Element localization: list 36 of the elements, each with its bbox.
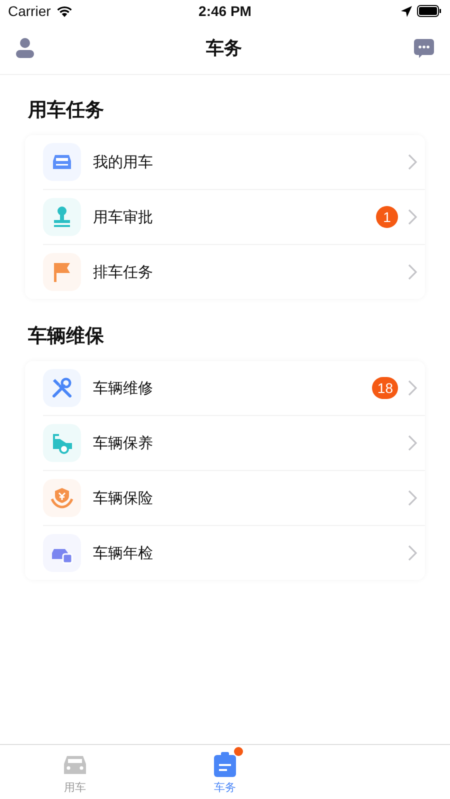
chevron-icon (408, 154, 417, 170)
menu-label: 车辆保险 (93, 488, 154, 508)
menu-item[interactable]: 车辆维修 18 (43, 361, 425, 416)
clipboard-icon (214, 752, 236, 777)
carrier-label: Carrier (8, 3, 51, 19)
menu-label: 排车任务 (93, 262, 154, 282)
menu-item[interactable]: 用车审批 1 (43, 190, 425, 245)
menu-item[interactable]: 车辆保险 (43, 471, 425, 526)
chevron-icon (408, 490, 417, 506)
tab-item[interactable]: 车务 (150, 745, 300, 799)
status-time: 2:46 PM (198, 3, 252, 19)
menu-label: 我的用车 (93, 152, 154, 172)
menu-label: 车辆年检 (93, 544, 154, 562)
profile-icon[interactable] (16, 38, 34, 58)
menu-item[interactable]: 我的用车 (43, 135, 425, 190)
count-badge: 18 (372, 377, 398, 399)
car-icon (62, 754, 88, 776)
battery-icon (416, 5, 442, 17)
menu-item[interactable]: 排车任务 (43, 245, 425, 299)
menu-label: 车辆维修 (93, 378, 154, 398)
location-arrow-icon (400, 6, 412, 16)
chevron-icon (408, 264, 417, 280)
chevron-icon (408, 209, 417, 225)
wifi-icon (56, 5, 73, 17)
count-badge: 1 (376, 206, 398, 228)
chevron-icon (408, 380, 417, 396)
chevron-icon (408, 545, 417, 561)
menu-item[interactable]: 车辆保养 (43, 416, 425, 471)
section-title: 车辆维保 (28, 324, 105, 347)
chevron-icon (408, 435, 417, 451)
page-title: 车务 (206, 37, 242, 60)
section-title: 用车任务 (28, 98, 105, 121)
menu-label: 车辆保养 (93, 434, 154, 452)
menu-item[interactable]: 车辆年检 (43, 526, 425, 580)
menu-label: 用车审批 (93, 208, 154, 226)
message-icon[interactable] (414, 38, 434, 58)
